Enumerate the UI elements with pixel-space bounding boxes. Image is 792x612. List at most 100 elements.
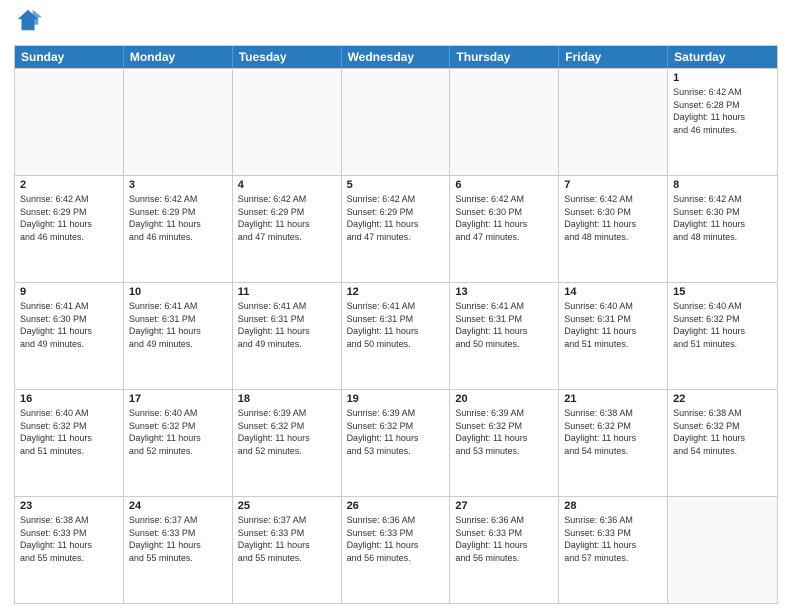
day-number: 25 bbox=[238, 500, 336, 512]
cell-info: Sunrise: 6:42 AM Sunset: 6:29 PM Dayligh… bbox=[20, 193, 118, 243]
cal-row-3: 16 Sunrise: 6:40 AM Sunset: 6:32 PM Dayli… bbox=[15, 389, 777, 496]
day-number: 21 bbox=[564, 393, 662, 405]
cell-info: Sunrise: 6:36 AM Sunset: 6:33 PM Dayligh… bbox=[564, 514, 662, 564]
cal-row-2: 9 Sunrise: 6:41 AM Sunset: 6:30 PM Daylig… bbox=[15, 282, 777, 389]
cal-cell-r1-c3: 5 Sunrise: 6:42 AM Sunset: 6:29 PM Daylig… bbox=[342, 176, 451, 282]
cell-info: Sunrise: 6:41 AM Sunset: 6:31 PM Dayligh… bbox=[129, 300, 227, 350]
cal-cell-r2-c3: 12 Sunrise: 6:41 AM Sunset: 6:31 PM Dayli… bbox=[342, 283, 451, 389]
cal-cell-r4-c5: 28 Sunrise: 6:36 AM Sunset: 6:33 PM Dayli… bbox=[559, 497, 668, 603]
day-number: 1 bbox=[673, 72, 772, 84]
cal-cell-r3-c0: 16 Sunrise: 6:40 AM Sunset: 6:32 PM Dayli… bbox=[15, 390, 124, 496]
cal-row-1: 2 Sunrise: 6:42 AM Sunset: 6:29 PM Daylig… bbox=[15, 175, 777, 282]
day-number: 4 bbox=[238, 179, 336, 191]
header-day-wednesday: Wednesday bbox=[342, 46, 451, 68]
cell-info: Sunrise: 6:42 AM Sunset: 6:30 PM Dayligh… bbox=[673, 193, 772, 243]
cell-info: Sunrise: 6:36 AM Sunset: 6:33 PM Dayligh… bbox=[455, 514, 553, 564]
cell-info: Sunrise: 6:42 AM Sunset: 6:29 PM Dayligh… bbox=[129, 193, 227, 243]
cell-info: Sunrise: 6:41 AM Sunset: 6:31 PM Dayligh… bbox=[347, 300, 445, 350]
cal-cell-r3-c4: 20 Sunrise: 6:39 AM Sunset: 6:32 PM Dayli… bbox=[450, 390, 559, 496]
cell-info: Sunrise: 6:42 AM Sunset: 6:29 PM Dayligh… bbox=[238, 193, 336, 243]
day-number: 22 bbox=[673, 393, 772, 405]
cell-info: Sunrise: 6:42 AM Sunset: 6:29 PM Dayligh… bbox=[347, 193, 445, 243]
cal-cell-r2-c5: 14Sunrise: 6:40 AM Sunset: 6:31 PM Dayli… bbox=[559, 283, 668, 389]
header-day-sunday: Sunday bbox=[15, 46, 124, 68]
cal-cell-r3-c5: 21 Sunrise: 6:38 AM Sunset: 6:32 PM Dayli… bbox=[559, 390, 668, 496]
cell-info: Sunrise: 6:36 AM Sunset: 6:33 PM Dayligh… bbox=[347, 514, 445, 564]
day-number: 10 bbox=[129, 286, 227, 298]
cell-info: Sunrise: 6:40 AM Sunset: 6:32 PM Dayligh… bbox=[20, 407, 118, 457]
day-number: 18 bbox=[238, 393, 336, 405]
cal-cell-r1-c4: 6 Sunrise: 6:42 AM Sunset: 6:30 PM Daylig… bbox=[450, 176, 559, 282]
day-number: 16 bbox=[20, 393, 118, 405]
cal-row-0: 1 Sunrise: 6:42 AM Sunset: 6:28 PM Daylig… bbox=[15, 68, 777, 175]
day-number: 15 bbox=[673, 286, 772, 298]
cal-cell-r3-c6: 22 Sunrise: 6:38 AM Sunset: 6:32 PM Dayli… bbox=[668, 390, 777, 496]
cell-info: Sunrise: 6:42 AM Sunset: 6:30 PM Dayligh… bbox=[455, 193, 553, 243]
header bbox=[14, 10, 778, 39]
cal-row-4: 23 Sunrise: 6:38 AM Sunset: 6:33 PM Dayli… bbox=[15, 496, 777, 603]
calendar: SundayMondayTuesdayWednesdayThursdayFrid… bbox=[14, 45, 778, 604]
day-number: 9 bbox=[20, 286, 118, 298]
cell-info: Sunrise: 6:38 AM Sunset: 6:32 PM Dayligh… bbox=[564, 407, 662, 457]
cell-info: Sunrise: 6:38 AM Sunset: 6:33 PM Dayligh… bbox=[20, 514, 118, 564]
logo-icon bbox=[14, 6, 42, 34]
cell-info: Sunrise: 6:41 AM Sunset: 6:31 PM Dayligh… bbox=[238, 300, 336, 350]
cal-cell-r4-c1: 24 Sunrise: 6:37 AM Sunset: 6:33 PM Dayli… bbox=[124, 497, 233, 603]
cell-info: Sunrise: 6:40 AM Sunset: 6:32 PM Dayligh… bbox=[129, 407, 227, 457]
cal-cell-r0-c5 bbox=[559, 69, 668, 175]
cal-cell-r4-c4: 27 Sunrise: 6:36 AM Sunset: 6:33 PM Dayli… bbox=[450, 497, 559, 603]
logo bbox=[14, 10, 42, 39]
cell-info: Sunrise: 6:40 AM Sunset: 6:32 PM Dayligh… bbox=[673, 300, 772, 350]
cell-info: Sunrise: 6:41 AM Sunset: 6:30 PM Dayligh… bbox=[20, 300, 118, 350]
day-number: 11 bbox=[238, 286, 336, 298]
calendar-header: SundayMondayTuesdayWednesdayThursdayFrid… bbox=[15, 46, 777, 68]
cal-cell-r0-c4 bbox=[450, 69, 559, 175]
header-day-saturday: Saturday bbox=[668, 46, 777, 68]
header-day-friday: Friday bbox=[559, 46, 668, 68]
cal-cell-r1-c6: 8Sunrise: 6:42 AM Sunset: 6:30 PM Daylig… bbox=[668, 176, 777, 282]
day-number: 19 bbox=[347, 393, 445, 405]
cell-info: Sunrise: 6:41 AM Sunset: 6:31 PM Dayligh… bbox=[455, 300, 553, 350]
cell-info: Sunrise: 6:38 AM Sunset: 6:32 PM Dayligh… bbox=[673, 407, 772, 457]
cal-cell-r4-c0: 23 Sunrise: 6:38 AM Sunset: 6:33 PM Dayli… bbox=[15, 497, 124, 603]
day-number: 5 bbox=[347, 179, 445, 191]
cal-cell-r4-c6 bbox=[668, 497, 777, 603]
day-number: 27 bbox=[455, 500, 553, 512]
header-day-monday: Monday bbox=[124, 46, 233, 68]
page: SundayMondayTuesdayWednesdayThursdayFrid… bbox=[0, 0, 792, 612]
cal-cell-r2-c6: 15 Sunrise: 6:40 AM Sunset: 6:32 PM Dayli… bbox=[668, 283, 777, 389]
cal-cell-r4-c3: 26 Sunrise: 6:36 AM Sunset: 6:33 PM Dayli… bbox=[342, 497, 451, 603]
cal-cell-r2-c4: 13 Sunrise: 6:41 AM Sunset: 6:31 PM Dayli… bbox=[450, 283, 559, 389]
cal-cell-r3-c2: 18 Sunrise: 6:39 AM Sunset: 6:32 PM Dayli… bbox=[233, 390, 342, 496]
day-number: 26 bbox=[347, 500, 445, 512]
cal-cell-r2-c0: 9 Sunrise: 6:41 AM Sunset: 6:30 PM Daylig… bbox=[15, 283, 124, 389]
day-number: 7 bbox=[564, 179, 662, 191]
cell-info: Sunrise: 6:39 AM Sunset: 6:32 PM Dayligh… bbox=[347, 407, 445, 457]
cal-cell-r0-c2 bbox=[233, 69, 342, 175]
day-number: 23 bbox=[20, 500, 118, 512]
cal-cell-r0-c6: 1 Sunrise: 6:42 AM Sunset: 6:28 PM Daylig… bbox=[668, 69, 777, 175]
cal-cell-r1-c1: 3Sunrise: 6:42 AM Sunset: 6:29 PM Daylig… bbox=[124, 176, 233, 282]
day-number: 13 bbox=[455, 286, 553, 298]
day-number: 20 bbox=[455, 393, 553, 405]
cell-info: Sunrise: 6:42 AM Sunset: 6:30 PM Dayligh… bbox=[564, 193, 662, 243]
cal-cell-r1-c2: 4 Sunrise: 6:42 AM Sunset: 6:29 PM Daylig… bbox=[233, 176, 342, 282]
cal-cell-r2-c1: 10 Sunrise: 6:41 AM Sunset: 6:31 PM Dayli… bbox=[124, 283, 233, 389]
cal-cell-r1-c0: 2 Sunrise: 6:42 AM Sunset: 6:29 PM Daylig… bbox=[15, 176, 124, 282]
day-number: 28 bbox=[564, 500, 662, 512]
day-number: 24 bbox=[129, 500, 227, 512]
cal-cell-r0-c1 bbox=[124, 69, 233, 175]
cal-cell-r3-c1: 17 Sunrise: 6:40 AM Sunset: 6:32 PM Dayli… bbox=[124, 390, 233, 496]
header-day-thursday: Thursday bbox=[450, 46, 559, 68]
cell-info: Sunrise: 6:39 AM Sunset: 6:32 PM Dayligh… bbox=[238, 407, 336, 457]
cell-info: Sunrise: 6:42 AM Sunset: 6:28 PM Dayligh… bbox=[673, 86, 772, 136]
day-number: 2 bbox=[20, 179, 118, 191]
day-number: 6 bbox=[455, 179, 553, 191]
cell-info: Sunrise: 6:39 AM Sunset: 6:32 PM Dayligh… bbox=[455, 407, 553, 457]
day-number: 17 bbox=[129, 393, 227, 405]
day-number: 12 bbox=[347, 286, 445, 298]
cell-info: Sunrise: 6:37 AM Sunset: 6:33 PM Dayligh… bbox=[238, 514, 336, 564]
cal-cell-r1-c5: 7 Sunrise: 6:42 AM Sunset: 6:30 PM Daylig… bbox=[559, 176, 668, 282]
cal-cell-r2-c2: 11 Sunrise: 6:41 AM Sunset: 6:31 PM Dayli… bbox=[233, 283, 342, 389]
cell-info: Sunrise: 6:37 AM Sunset: 6:33 PM Dayligh… bbox=[129, 514, 227, 564]
